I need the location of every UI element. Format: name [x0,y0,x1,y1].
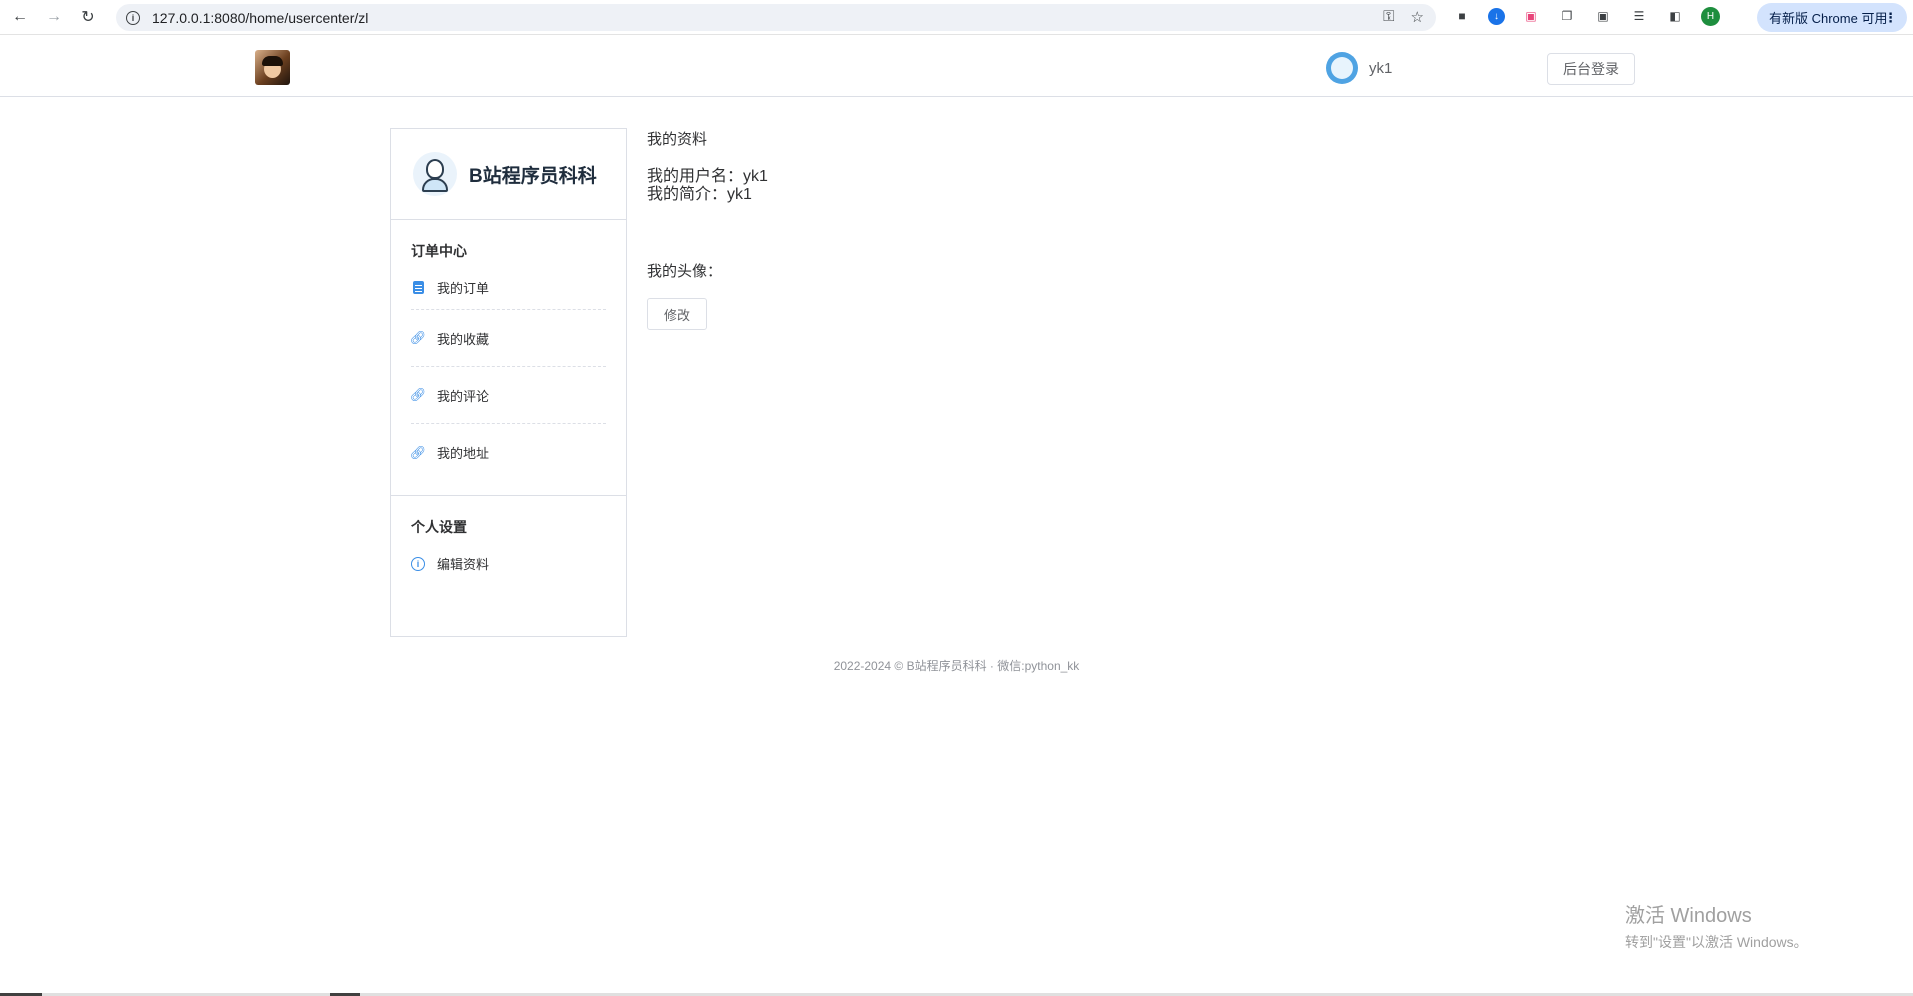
extension-download-icon[interactable]: ↓ [1488,7,1505,25]
site-footer: 2022-2024 © B站程序员科科 · 微信:python_kk [833,659,1080,673]
more-menu-icon[interactable]: ⋮ [1884,10,1897,26]
sidebar-section-settings: 个人设置 i 编辑资料 [391,496,626,586]
sidebar-item-edit-profile[interactable]: i 编辑资料 [411,541,606,586]
chrome-update-label: 有新版 Chrome 可用 [1769,11,1888,26]
profile-bio: 我的简介：yk1 [647,186,752,203]
section-title-orders: 订单中心 [411,243,467,259]
back-icon[interactable]: ← [6,3,34,31]
url-text[interactable]: 127.0.0.1:8080/home/usercenter/zl [152,10,368,26]
address-bar[interactable]: i 127.0.0.1:8080/home/usercenter/zl ⚿ ☆ [116,4,1436,31]
sidebar-item-label: 编辑资料 [437,557,490,572]
sidebar-item-my-comments[interactable]: 🔗︎ 我的评论 [409,367,606,424]
link-icon: 🔗︎ [409,444,427,460]
sidebar-item-my-address[interactable]: 🔗︎ 我的地址 [409,424,606,481]
user-menu[interactable]: yk1 [1326,52,1392,84]
sidebar-item-label: 我的地址 [437,446,490,461]
info-circle-icon: i [411,556,425,571]
bookmark-star-icon[interactable]: ☆ [1411,8,1424,26]
brand-name: B站程序员科科 [469,165,597,187]
sidebar-item-my-favorites[interactable]: 🔗︎ 我的收藏 [409,310,606,367]
chrome-update-button[interactable]: 有新版 Chrome 可用 ⋮ [1757,3,1907,32]
user-avatar[interactable] [1326,52,1358,84]
extension-game-icon[interactable]: ■ [1452,6,1472,26]
admin-login-button[interactable]: 后台登录 [1547,53,1635,85]
profile-avatar[interactable]: H [1701,6,1720,26]
profile-panel: 我的资料 我的用户名：yk1 我的简介：yk1 我的头像： 修改 [647,128,768,330]
link-icon: 🔗︎ [409,387,427,402]
extension-copy-icon[interactable]: ❐ [1557,6,1577,26]
extensions-puzzle-icon[interactable]: ▣ [1593,6,1613,26]
media-queue-icon[interactable]: ☰ [1629,6,1649,26]
sidebar-brand: B站程序员科科 [391,129,626,220]
section-title-settings: 个人设置 [411,519,467,535]
password-key-icon[interactable]: ⚿ [1383,8,1394,26]
windows-activation-watermark: 激活 Windows 转到"设置"以激活 Windows。 [1625,899,1808,952]
site-header: yk1 后台登录 [0,41,1913,97]
profile-username: 我的用户名：yk1 [647,168,768,185]
sidebar-section-orders: 订单中心 我的订单 🔗︎ 我的收藏 🔗︎ 我的评论 🔗︎ 我的地址 [391,220,626,481]
site-info-icon[interactable]: i [126,10,140,25]
brand-avatar-icon [413,152,457,196]
forward-icon[interactable]: → [40,3,68,31]
avatar-label: 我的头像： [647,263,723,280]
browser-toolbar: ← → ↻ i 127.0.0.1:8080/home/usercenter/z… [0,0,1913,35]
edit-avatar-button[interactable]: 修改 [647,298,707,330]
header-username[interactable]: yk1 [1369,60,1392,77]
site-logo[interactable] [255,50,290,85]
page-title: 我的资料 [647,131,708,148]
reload-icon[interactable]: ↻ [74,3,102,31]
sidebar-item-my-orders[interactable]: 我的订单 [411,265,606,310]
watermark-title: 激活 Windows [1625,905,1752,927]
side-panel-icon[interactable]: ◧ [1665,6,1685,26]
extension-image-icon[interactable]: ▣ [1521,6,1541,26]
watermark-subtitle: 转到"设置"以激活 Windows。 [1625,934,1808,950]
sidebar-item-label: 我的收藏 [437,331,490,347]
sidebar-item-label: 我的订单 [437,280,490,296]
usercenter-sidebar: B站程序员科科 订单中心 我的订单 🔗︎ 我的收藏 🔗︎ 我的评论 🔗︎ 我的地… [390,128,627,637]
clipboard-icon [413,280,424,294]
sidebar-item-label: 我的评论 [437,388,490,404]
link-icon: 🔗︎ [409,330,427,345]
